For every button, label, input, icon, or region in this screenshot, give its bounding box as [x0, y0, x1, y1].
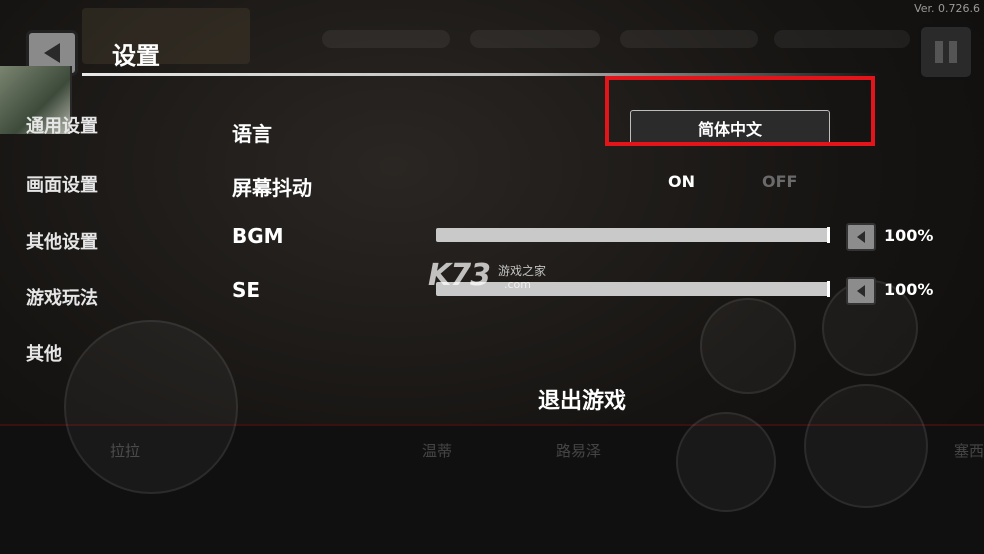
character-portrait — [64, 320, 238, 494]
se-label: SE — [232, 278, 261, 302]
pause-icon — [949, 41, 957, 63]
screen-shake-off-toggle[interactable]: OFF — [762, 172, 797, 191]
resource-bar — [774, 30, 910, 48]
bgm-slider[interactable] — [436, 227, 830, 243]
bgm-slider-handle[interactable] — [827, 227, 830, 243]
resource-bar — [620, 30, 758, 48]
highlight-annotation — [605, 76, 875, 146]
back-arrow-icon — [44, 43, 60, 63]
chat-button-bg — [804, 384, 928, 508]
se-percent: 100% — [884, 280, 934, 299]
bgm-percent: 100% — [884, 226, 934, 245]
sidebar-item-other-settings[interactable]: 其他设置 — [26, 228, 98, 254]
bgm-speaker-icon[interactable] — [846, 223, 876, 251]
sidebar-item-general[interactable]: 通用设置 — [26, 112, 98, 138]
se-slider-handle[interactable] — [827, 281, 830, 297]
jump-button-bg — [676, 412, 776, 512]
watermark-subtitle: 游戏之家 — [498, 264, 547, 278]
watermark-brand: K73 — [428, 258, 491, 293]
bg-character-name: 拉拉 — [110, 442, 141, 460]
resource-bar — [322, 30, 450, 48]
screen-shake-label: 屏幕抖动 — [232, 176, 312, 200]
pass-banner — [82, 8, 250, 64]
page-title: 设置 — [112, 42, 160, 70]
exit-game-button[interactable]: 退出游戏 — [520, 382, 644, 416]
pause-button[interactable] — [918, 24, 974, 80]
bgm-label: BGM — [232, 224, 284, 248]
sidebar-item-gameplay[interactable]: 游戏玩法 — [26, 284, 98, 310]
watermark-domain: .com — [504, 278, 531, 291]
language-label: 语言 — [232, 122, 272, 146]
se-speaker-icon[interactable] — [846, 277, 876, 305]
speaker-icon — [857, 285, 865, 297]
watermark-logo: K73 游戏之家 .com — [428, 258, 568, 298]
pause-icon — [935, 41, 943, 63]
version-label: Ver. 0.726.6 — [914, 2, 980, 15]
sidebar-item-other[interactable]: 其他 — [26, 340, 62, 366]
dash-button-bg — [700, 298, 796, 394]
settings-screen: 拉拉 温蒂 路易泽 塞西 Ver. 0.726.6 设置 通用设置 画面设置 其… — [0, 0, 984, 554]
sidebar-item-graphics[interactable]: 画面设置 — [26, 171, 98, 197]
bg-character-name: 温蒂 — [422, 442, 453, 460]
bgm-slider-fill — [436, 228, 830, 242]
resource-bar — [470, 30, 600, 48]
speaker-icon — [857, 231, 865, 243]
bg-character-name: 塞西 — [954, 442, 984, 460]
screen-shake-on-toggle[interactable]: ON — [668, 172, 695, 191]
bg-character-name: 路易泽 — [556, 442, 602, 460]
